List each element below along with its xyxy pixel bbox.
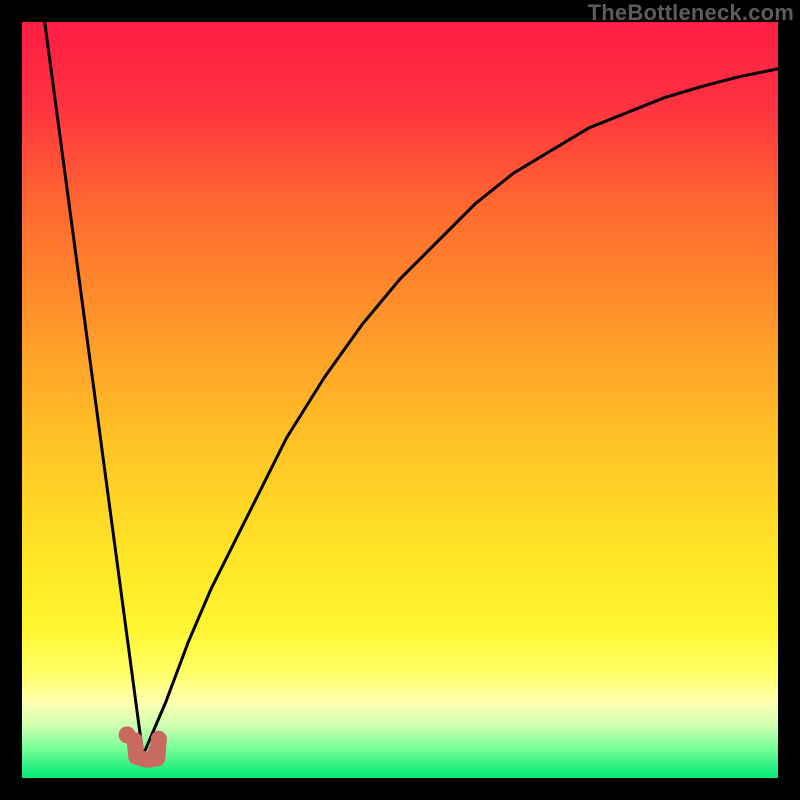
plot-area: [22, 22, 778, 778]
curve-layer: [22, 22, 778, 778]
bottleneck-curve-right: [143, 69, 778, 755]
bottleneck-curve-left: [45, 22, 143, 755]
dip-marker-left: [119, 727, 135, 743]
dip-marker-right: [149, 743, 165, 759]
chart-frame: TheBottleneck.com: [0, 0, 800, 800]
watermark-text: TheBottleneck.com: [588, 0, 794, 26]
